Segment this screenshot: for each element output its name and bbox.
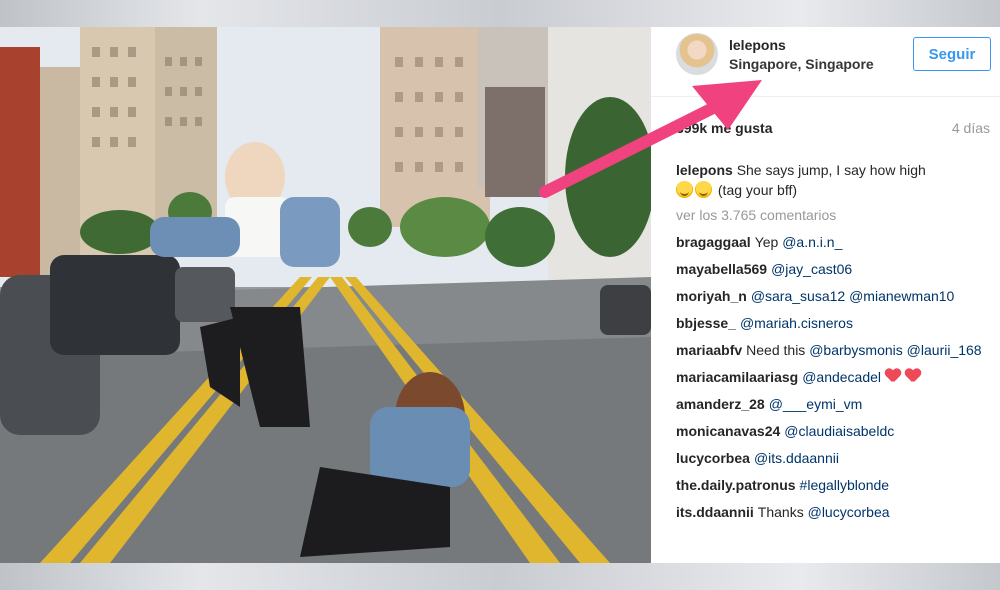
list-item: mayabella569 @jay_cast06 bbox=[676, 260, 996, 279]
list-item: lucycorbea @its.ddaannii bbox=[676, 449, 996, 468]
list-item: mariaabfv Need this @barbysmonis @laurii_… bbox=[676, 341, 996, 360]
post-photo[interactable] bbox=[0, 27, 651, 563]
comment-username[interactable]: lucycorbea bbox=[676, 450, 750, 466]
comment-mention[interactable]: @claudiaisabeldc bbox=[784, 423, 894, 439]
face-laughing-icon bbox=[676, 181, 693, 198]
heart-icon bbox=[905, 369, 921, 383]
comments-list: bragaggaal Yep @a.n.i.n_ mayabella569 @jay… bbox=[676, 233, 996, 530]
view-all-comments-link[interactable]: ver los 3.765 comentarios bbox=[676, 207, 836, 223]
comment-username[interactable]: monicanavas24 bbox=[676, 423, 780, 439]
list-item: bragaggaal Yep @a.n.i.n_ bbox=[676, 233, 996, 252]
comment-mention[interactable]: @___eymi_vm bbox=[769, 396, 863, 412]
list-item: amanderz_28 @___eymi_vm bbox=[676, 395, 996, 414]
comment-mention[interactable]: @its.ddaannii bbox=[754, 450, 839, 466]
comment-mention[interactable]: @barbysmonis @laurii_168 bbox=[809, 342, 981, 358]
comment-username[interactable]: its.ddaannii bbox=[676, 504, 754, 520]
comment-mention[interactable]: @jay_cast06 bbox=[771, 261, 852, 277]
comment-text: Need this bbox=[746, 342, 810, 358]
likes-count[interactable]: 399k me gusta bbox=[676, 120, 773, 136]
list-item: monicanavas24 @claudiaisabeldc bbox=[676, 422, 996, 441]
comment-username[interactable]: bbjesse_ bbox=[676, 315, 736, 331]
list-item: mariacamilaariasg @andecadel bbox=[676, 368, 996, 387]
list-item: moriyah_n @sara_susa12 @mianewman10 bbox=[676, 287, 996, 306]
post-caption: lelepons She says jump, I say how high (… bbox=[676, 160, 976, 200]
caption-username[interactable]: lelepons bbox=[676, 162, 733, 178]
post-sidebar: lelepons Singapore, Singapore Seguir 399… bbox=[651, 27, 1000, 563]
follow-button[interactable]: Seguir bbox=[913, 37, 991, 71]
comment-username[interactable]: amanderz_28 bbox=[676, 396, 765, 412]
comment-mention[interactable]: @sara_susa12 @mianewman10 bbox=[751, 288, 955, 304]
comment-username[interactable]: bragaggaal bbox=[676, 234, 751, 250]
comment-mention[interactable]: @lucycorbea bbox=[808, 504, 890, 520]
post-time[interactable]: 4 días bbox=[952, 120, 990, 136]
list-item: the.daily.patronus #legallyblonde bbox=[676, 476, 996, 495]
street-scene-illustration bbox=[0, 27, 651, 563]
comment-mention[interactable]: @a.n.i.n_ bbox=[782, 234, 842, 250]
comment-username[interactable]: the.daily.patronus bbox=[676, 477, 796, 493]
comment-text: Yep bbox=[754, 234, 783, 250]
caption-tail: (tag your bff) bbox=[717, 182, 798, 198]
caption-text: She says jump, I say how high bbox=[736, 162, 926, 178]
blurred-background-top bbox=[0, 0, 1000, 27]
comment-mention[interactable]: @mariah.cisneros bbox=[740, 315, 853, 331]
post-username[interactable]: lelepons bbox=[729, 37, 786, 53]
comment-mention[interactable]: @andecadel bbox=[802, 369, 881, 385]
heart-icon bbox=[885, 369, 901, 383]
comment-text: Thanks bbox=[757, 504, 808, 520]
list-item: bbjesse_ @mariah.cisneros bbox=[676, 314, 996, 333]
post-header: lelepons Singapore, Singapore Seguir bbox=[651, 27, 1000, 97]
post-location[interactable]: Singapore, Singapore bbox=[729, 56, 874, 72]
comment-username[interactable]: moriyah_n bbox=[676, 288, 747, 304]
comment-username[interactable]: mariacamilaariasg bbox=[676, 369, 798, 385]
comment-username[interactable]: mariaabfv bbox=[676, 342, 742, 358]
comment-username[interactable]: mayabella569 bbox=[676, 261, 767, 277]
avatar[interactable] bbox=[676, 33, 718, 75]
comment-mention[interactable]: #legallyblonde bbox=[800, 477, 890, 493]
face-tears-joy-icon bbox=[695, 181, 712, 198]
list-item: its.ddaannii Thanks @lucycorbea bbox=[676, 503, 996, 522]
blurred-background-bottom bbox=[0, 563, 1000, 590]
